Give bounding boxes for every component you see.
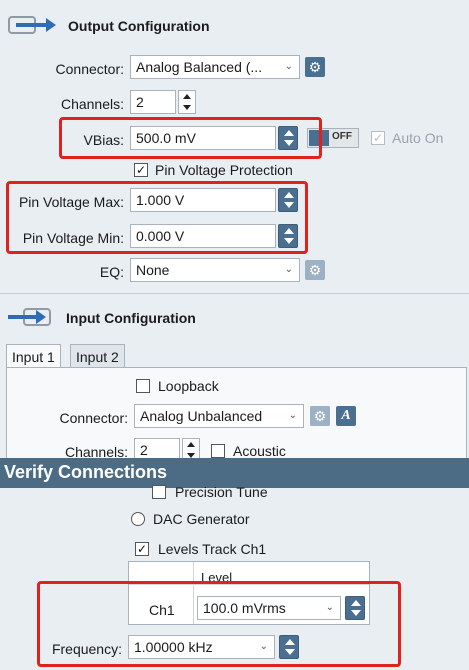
- precision-tune-checkbox[interactable]: [152, 485, 166, 499]
- gear-icon[interactable]: ⚙: [305, 57, 325, 77]
- dac-generator-radio[interactable]: [131, 512, 145, 526]
- pin-protection-label: Pin Voltage Protection: [155, 162, 293, 178]
- vbias-toggle-label: OFF: [332, 131, 352, 142]
- verify-connections-title: Verify Connections: [4, 462, 168, 482]
- acoustic-label: Acoustic: [233, 443, 286, 459]
- output-channels-stepper[interactable]: [178, 90, 196, 114]
- dac-generator-label: DAC Generator: [153, 511, 250, 527]
- input-gear-icon[interactable]: ⚙: [310, 406, 330, 426]
- eq-select[interactable]: None ⌄: [130, 258, 300, 282]
- output-connector-value: Analog Balanced (...: [136, 59, 263, 75]
- loopback-label: Loopback: [158, 378, 219, 394]
- acoustic-checkbox[interactable]: [211, 444, 225, 458]
- section-divider: [0, 293, 469, 294]
- chevron-down-icon: ⌄: [288, 410, 297, 421]
- tab-input-2[interactable]: Input 2: [70, 344, 125, 368]
- input-config-icon: [6, 306, 56, 328]
- pin-protection-checkbox[interactable]: ✓: [134, 163, 148, 177]
- output-connector-select[interactable]: Analog Balanced (... ⌄: [130, 55, 300, 79]
- levels-track-checkbox[interactable]: ✓: [135, 542, 149, 556]
- eq-value: None: [136, 262, 170, 278]
- pin-voltage-highlight: [6, 181, 308, 254]
- a-format-icon[interactable]: A: [336, 406, 356, 426]
- output-channels-input[interactable]: 2: [130, 90, 176, 114]
- auto-on-checkbox[interactable]: ✓: [371, 131, 385, 145]
- input-connector-value: Analog Unbalanced: [140, 408, 263, 424]
- input-connector-select[interactable]: Analog Unbalanced ⌄: [134, 404, 304, 428]
- tab-input-1[interactable]: Input 1: [6, 344, 61, 368]
- eq-gear-icon[interactable]: ⚙: [305, 260, 325, 280]
- output-config-icon: [8, 14, 58, 36]
- input-config-title: Input Configuration: [66, 310, 196, 326]
- vbias-highlight: [59, 117, 322, 159]
- output-config-title: Output Configuration: [68, 18, 210, 34]
- output-channels-label: Channels:: [60, 96, 124, 112]
- output-connector-label: Connector:: [55, 61, 124, 77]
- auto-on-label: Auto On: [392, 130, 444, 146]
- verify-highlight: [37, 581, 401, 667]
- levels-track-label: Levels Track Ch1: [158, 541, 267, 557]
- input-connector-label: Connector:: [59, 410, 128, 426]
- precision-tune-label: Precision Tune: [175, 484, 268, 500]
- eq-label: EQ:: [99, 264, 124, 280]
- loopback-checkbox[interactable]: [136, 379, 150, 393]
- chevron-down-icon: ⌄: [284, 264, 293, 275]
- chevron-down-icon: ⌄: [284, 61, 293, 72]
